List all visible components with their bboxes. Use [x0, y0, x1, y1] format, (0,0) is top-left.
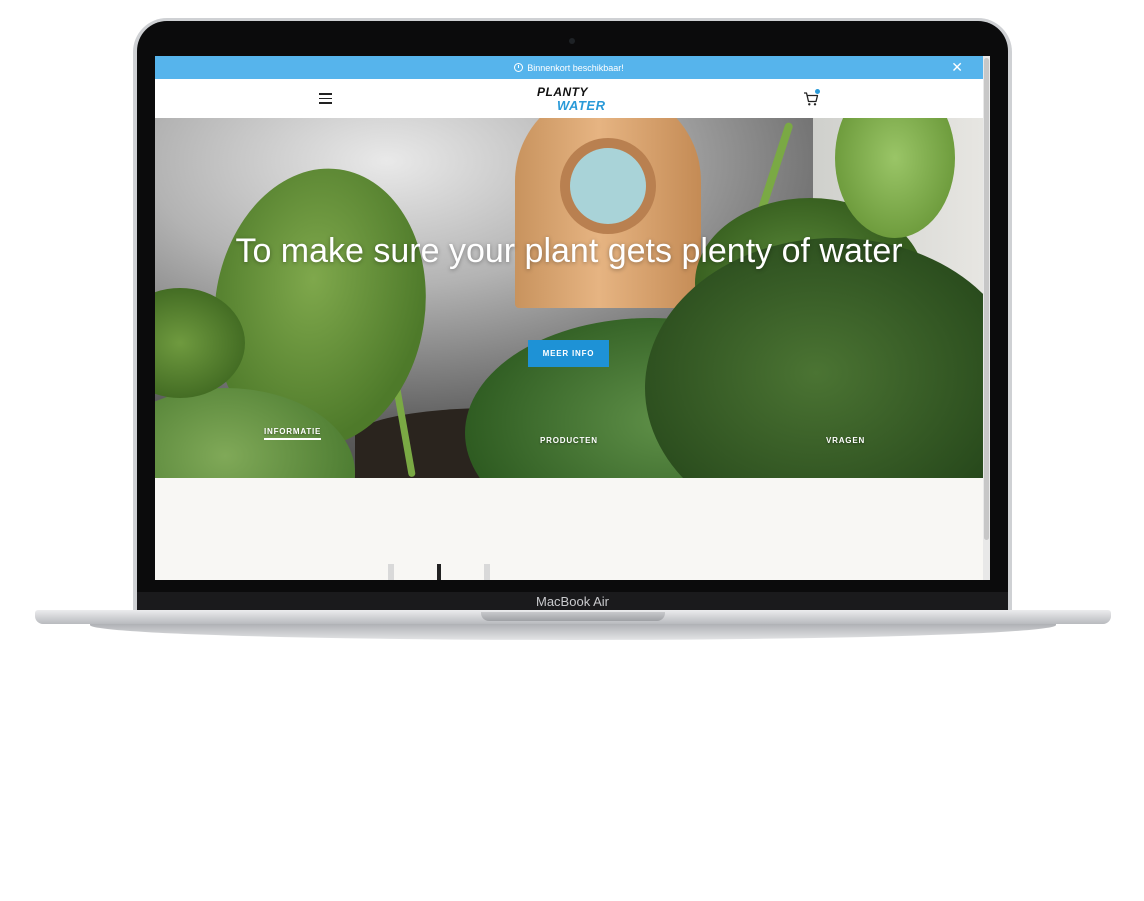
tab-vragen[interactable]: VRAGEN: [826, 436, 865, 445]
logo-line-2: WATER: [557, 98, 606, 113]
product-image-peek: [388, 564, 394, 580]
laptop-chin: MacBook Air: [137, 592, 1008, 612]
laptop-screen: Binnenkort beschikbaar! ✕ PLANTY WATER T…: [155, 56, 990, 580]
hero-section: To make sure your plant gets plenty of w…: [155, 118, 983, 478]
product-image-peek: [437, 564, 441, 580]
site-logo[interactable]: PLANTY WATER: [537, 85, 606, 113]
announcement-text: Binnenkort beschikbaar!: [527, 62, 624, 73]
laptop-base-shadow: [90, 622, 1056, 640]
shopping-cart-icon[interactable]: [803, 89, 820, 107]
product-image-peek: [484, 564, 490, 580]
laptop-hinge-notch: [481, 612, 665, 621]
site-header: PLANTY WATER: [155, 79, 983, 118]
logo-line-1: PLANTY: [537, 85, 588, 99]
page-scrollbar[interactable]: [983, 56, 990, 580]
clock-icon: [514, 63, 524, 72]
hero-bamboo-board: [515, 118, 701, 308]
tab-informatie[interactable]: INFORMATIE: [264, 427, 322, 440]
close-icon[interactable]: ✕: [951, 59, 963, 76]
announcement-bar: Binnenkort beschikbaar! ✕: [155, 56, 983, 79]
webcam: [569, 38, 575, 44]
scrollbar-thumb[interactable]: [984, 58, 989, 540]
device-label: MacBook Air: [536, 594, 609, 609]
hamburger-menu-icon[interactable]: [319, 93, 332, 104]
tab-producten[interactable]: PRODUCTEN: [540, 436, 598, 445]
content-section: [155, 478, 983, 580]
hero-title: To make sure your plant gets plenty of w…: [235, 232, 903, 270]
cart-badge: [815, 89, 820, 94]
meer-info-button[interactable]: MEER INFO: [528, 340, 609, 367]
